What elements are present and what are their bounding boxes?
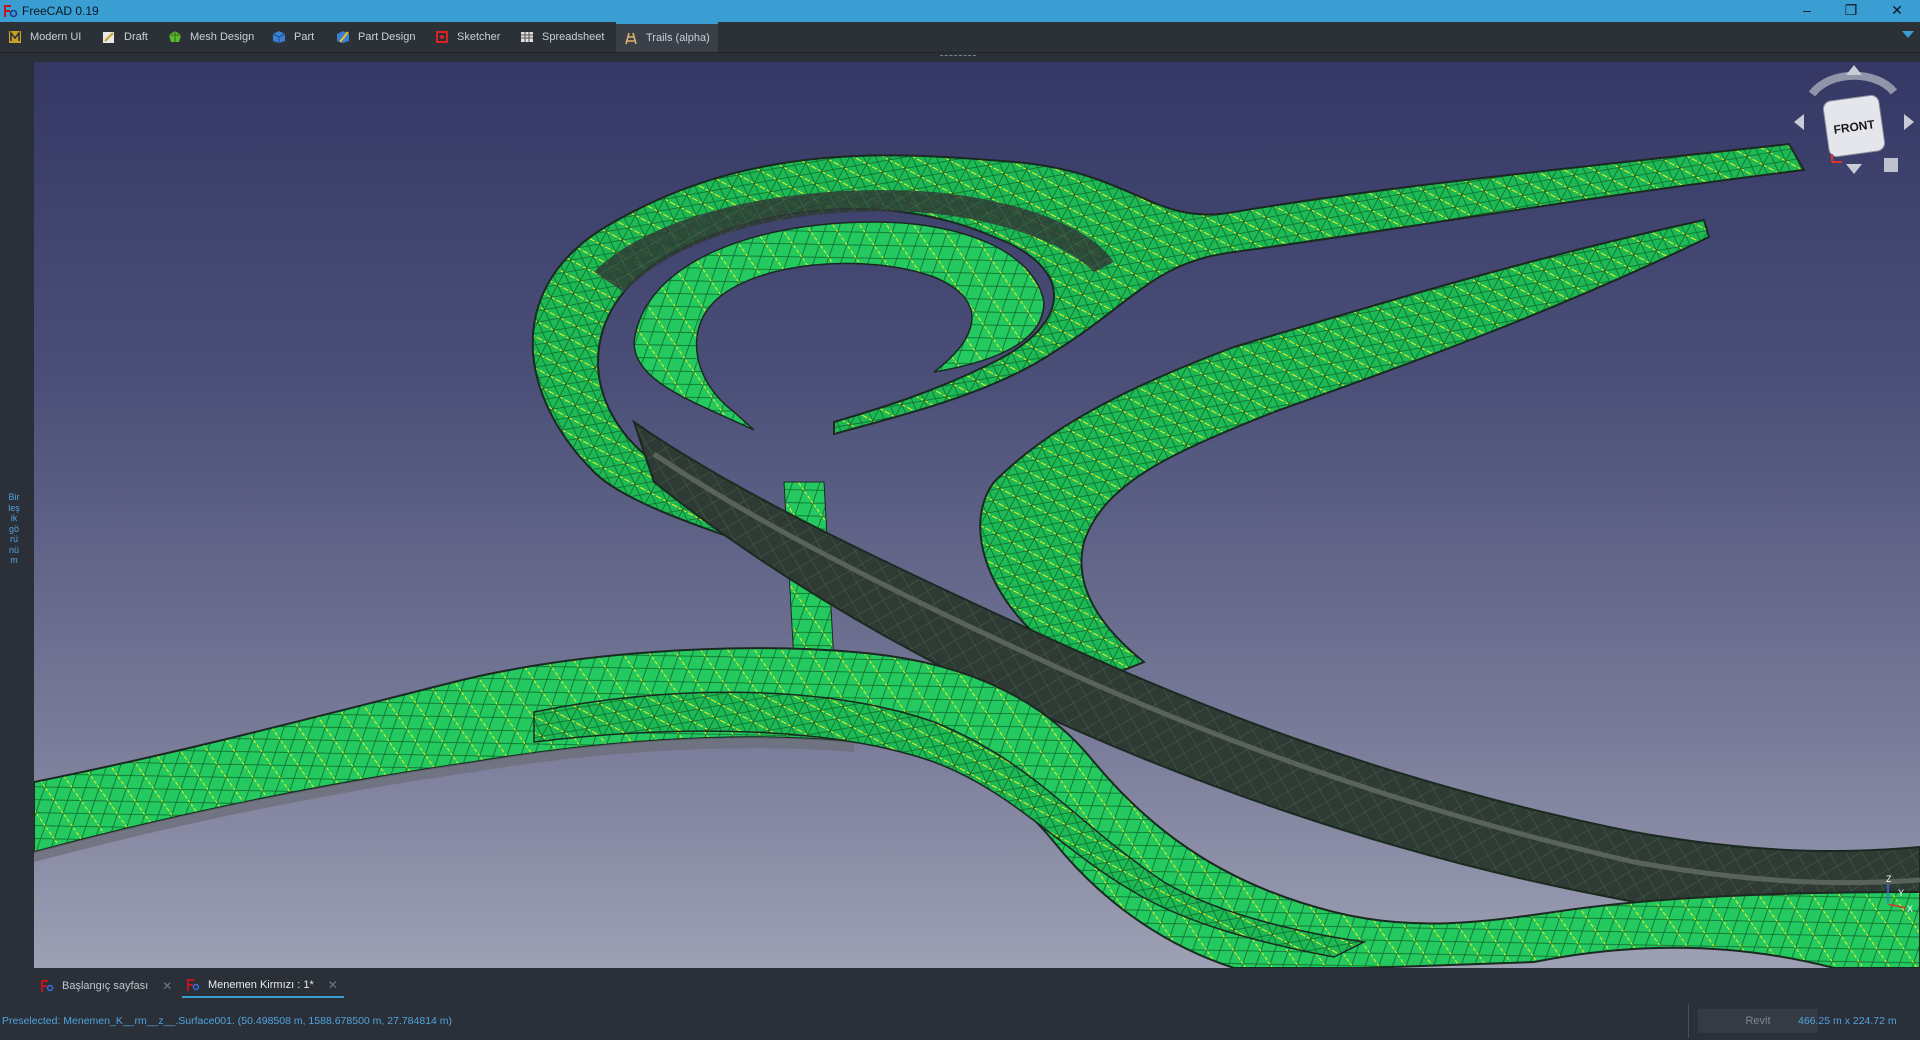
freecad-logo-icon <box>4 5 18 18</box>
tab-label: Menemen Kirmızı : 1* <box>208 979 314 991</box>
navigation-cube[interactable]: FRONT <box>1790 62 1920 192</box>
mesh-design-icon <box>169 31 181 42</box>
workbench-mesh-design[interactable]: Mesh Design <box>160 22 262 52</box>
nav-right-arrow-icon[interactable] <box>1904 114 1914 130</box>
combo-view-panel[interactable]: Birleşik görünüm <box>0 62 34 968</box>
workbench-label: Trails (alpha) <box>646 32 710 44</box>
workbench-spreadsheet[interactable]: Spreadsheet <box>512 22 612 52</box>
axis-cross: Z Y X <box>1886 874 1913 914</box>
minimize-button[interactable]: – <box>1784 0 1830 22</box>
workbench-part[interactable]: Part <box>264 22 322 52</box>
road-interchange-model[interactable] <box>34 62 1920 968</box>
part-design-icon <box>337 31 349 43</box>
combo-view-label: Birleşik görünüm <box>8 492 20 565</box>
workbench-label: Modern UI <box>30 31 82 43</box>
axis-y-label: Y <box>1898 888 1904 898</box>
part-icon <box>272 31 286 43</box>
trails-icon <box>625 32 637 45</box>
navcube-menu-icon[interactable] <box>1884 158 1898 172</box>
workbench-draft[interactable]: Draft <box>94 22 156 52</box>
workbench-sketcher[interactable]: Sketcher <box>427 22 508 52</box>
workbench-label: Mesh Design <box>190 31 255 43</box>
tab-menemen-document[interactable]: Menemen Kirmızı : 1* ✕ <box>182 974 344 998</box>
rotate-arrow-icon[interactable] <box>1808 71 1898 97</box>
status-separator <box>1688 1004 1689 1038</box>
toolbar-splitter-handle[interactable] <box>940 55 976 58</box>
freecad-doc-icon <box>41 980 54 992</box>
maximize-button[interactable]: ❐ <box>1828 0 1874 22</box>
workbench-overflow-arrow-icon[interactable] <box>1902 31 1914 38</box>
workbench-label: Spreadsheet <box>542 31 605 43</box>
axis-z-label: Z <box>1886 874 1892 884</box>
window-title: FreeCAD 0.19 <box>22 4 99 18</box>
nav-down-arrow-icon[interactable] <box>1846 164 1862 174</box>
document-tab-bar: Başlangıç sayfası ✕ Menemen Kirmızı : 1*… <box>34 968 1920 1002</box>
nav-left-arrow-icon[interactable] <box>1794 114 1804 130</box>
status-message: Preselected: Menemen_K__rm__z__.Surface0… <box>2 1015 453 1027</box>
workbench-label: Part <box>294 31 315 43</box>
tab-label: Başlangıç sayfası <box>62 980 149 992</box>
workbench-bar: Modern UI Draft Mesh Design Part Part De… <box>0 22 1920 53</box>
draft-icon <box>103 32 114 43</box>
freecad-doc-icon <box>187 979 200 991</box>
tab-start-page[interactable]: Başlangıç sayfası ✕ <box>36 974 172 998</box>
workbench-label: Part Design <box>358 31 416 43</box>
close-tab-icon[interactable]: ✕ <box>162 979 172 993</box>
workbench-label: Draft <box>124 31 148 43</box>
axis-x-label: X <box>1907 904 1913 914</box>
nav-up-arrow-icon[interactable] <box>1846 65 1862 75</box>
spreadsheet-icon <box>521 32 533 42</box>
modern-ui-icon <box>9 30 21 43</box>
workbench-modern-ui[interactable]: Modern UI <box>0 22 89 52</box>
status-bar: Preselected: Menemen_K__rm__z__.Surface0… <box>0 1002 1920 1040</box>
sketcher-icon <box>436 31 448 43</box>
close-tab-icon[interactable]: ✕ <box>328 978 338 992</box>
workbench-part-design[interactable]: Part Design <box>328 22 423 52</box>
view-dimensions: 466.25 m x 224.72 m <box>1798 1015 1897 1027</box>
workbench-trails[interactable]: Trails (alpha) <box>616 22 718 52</box>
title-bar: FreeCAD 0.19 – ❐ ✕ <box>0 0 1920 22</box>
close-button[interactable]: ✕ <box>1874 0 1920 22</box>
3d-viewport[interactable]: FRONT Z Y X <box>34 62 1920 968</box>
workbench-label: Sketcher <box>457 31 501 43</box>
